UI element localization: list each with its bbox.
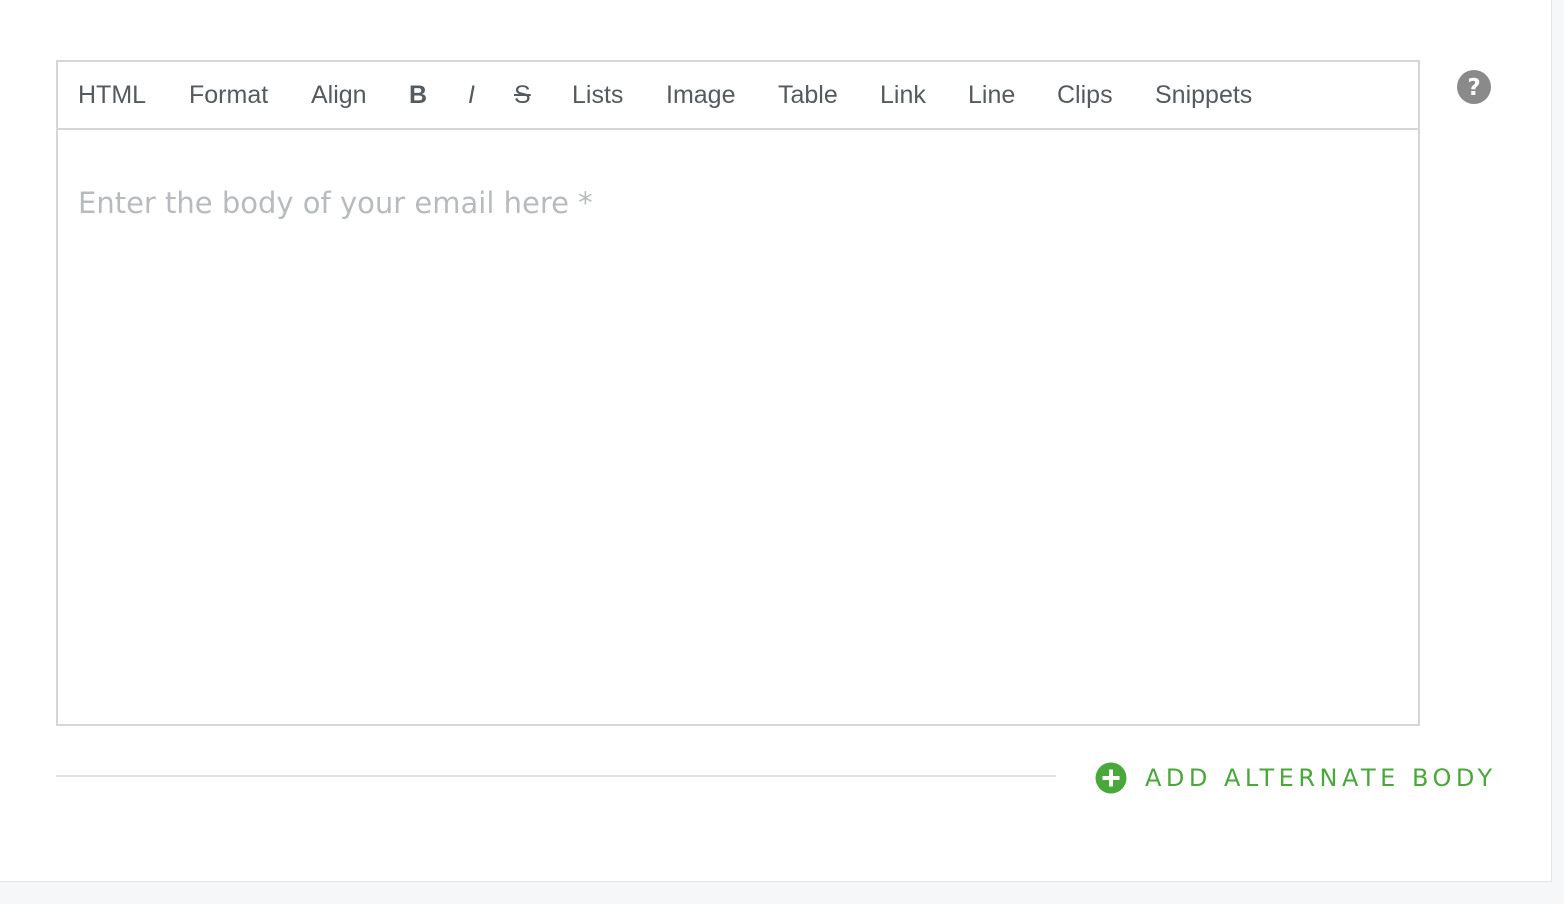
section-divider [56,775,1056,777]
toolbar-align-button[interactable]: Align [311,79,367,111]
email-body-input[interactable]: Enter the body of your email here * [58,130,1418,724]
add-alternate-body-button[interactable]: ADD ALTERNATE BODY [1095,761,1497,795]
toolbar-snippets-button[interactable]: Snippets [1155,79,1252,111]
email-body-panel: HTML Format Align B I S Lists Image Tabl… [0,0,1552,882]
help-icon[interactable]: ? [1456,69,1492,105]
toolbar-clips-button[interactable]: Clips [1057,79,1113,111]
toolbar-format-button[interactable]: Format [189,79,268,111]
toolbar-image-button[interactable]: Image [666,79,735,111]
email-body-placeholder: Enter the body of your email here * [78,186,593,220]
help-icon-glyph: ? [1467,75,1480,101]
toolbar-link-button[interactable]: Link [880,79,926,111]
toolbar-lists-button[interactable]: Lists [572,79,623,111]
rich-text-editor: HTML Format Align B I S Lists Image Tabl… [56,60,1420,726]
add-alternate-body-label: ADD ALTERNATE BODY [1145,764,1497,792]
toolbar-table-button[interactable]: Table [778,79,838,111]
plus-circle-icon [1095,762,1127,794]
editor-toolbar: HTML Format Align B I S Lists Image Tabl… [58,62,1418,130]
toolbar-line-button[interactable]: Line [968,79,1015,111]
toolbar-strikethrough-button[interactable]: S [514,79,531,111]
toolbar-bold-button[interactable]: B [409,79,427,111]
toolbar-italic-button[interactable]: I [468,79,475,111]
toolbar-html-button[interactable]: HTML [78,79,146,111]
